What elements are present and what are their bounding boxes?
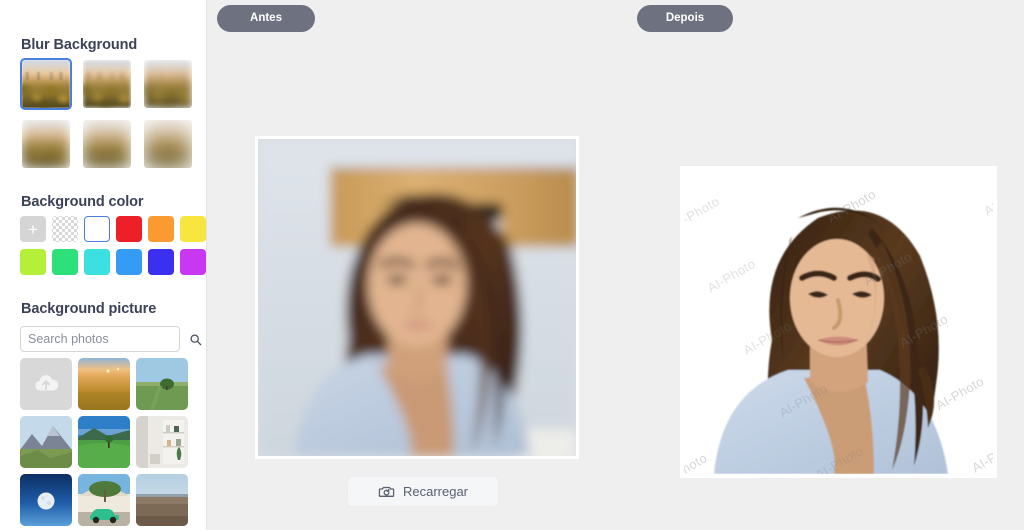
sidebar: Blur Background Background color + Backg… (0, 0, 207, 530)
blur-scene (22, 120, 70, 168)
photo-golden-field-image (78, 358, 130, 410)
search-photos-box[interactable] (20, 326, 202, 352)
main-content: Antes Depois AI-Photo AI-Photo AI-Photo … (207, 0, 1024, 530)
background-color-grid: + (20, 216, 206, 275)
after-image: AI-Photo AI-Photo AI-Photo AI-Photo AI-P… (684, 170, 993, 474)
photo-upload-tile[interactable] (20, 358, 72, 410)
photo-golden-field[interactable] (78, 358, 130, 410)
swatch-transparent[interactable] (52, 216, 78, 242)
photo-green-car-tree[interactable] (78, 474, 130, 526)
blur-scene (22, 60, 70, 108)
swatch-indigo[interactable] (148, 249, 174, 275)
background-photo-grid (20, 358, 188, 530)
photo-interior-shelf[interactable] (136, 416, 188, 468)
background-color-title: Background color (21, 194, 144, 210)
tab-antes[interactable]: Antes (217, 5, 315, 32)
blur-background-title: Blur Background (21, 37, 138, 53)
blur-thumbnail-3[interactable] (142, 58, 194, 110)
blur-foliage (83, 81, 131, 108)
swatch-blue[interactable] (116, 249, 142, 275)
photo-lone-tree-image (136, 358, 188, 410)
cloud-upload-icon (35, 375, 59, 391)
before-image (258, 139, 576, 456)
blur-scene (144, 120, 192, 168)
after-portrait-illustration (684, 170, 993, 474)
photo-green-hills-image (78, 416, 130, 468)
photo-full-moon-image (20, 474, 72, 526)
background-picture-title: Background picture (21, 301, 157, 317)
photo-lone-tree-field[interactable] (136, 358, 188, 410)
swatch-cyan[interactable] (84, 249, 110, 275)
blur-scene (83, 120, 131, 168)
swatch-orange[interactable] (148, 216, 174, 242)
photo-green-car-image (78, 474, 130, 526)
blur-thumbnail-1[interactable] (20, 58, 72, 110)
swatch-yellow[interactable] (180, 216, 206, 242)
swatch-custom-color-picker[interactable]: + (20, 216, 46, 242)
blur-thumbnail-6[interactable] (142, 118, 194, 170)
swatch-red[interactable] (116, 216, 142, 242)
photo-desert-plain-image (136, 474, 188, 526)
blur-scene (144, 60, 192, 108)
before-image-frame[interactable] (255, 136, 579, 459)
blur-scene (83, 60, 131, 108)
search-icon[interactable] (189, 333, 202, 346)
blur-thumbnail-2[interactable] (81, 58, 133, 110)
swatch-magenta[interactable] (180, 249, 206, 275)
blur-thumbnail-4[interactable] (20, 118, 72, 170)
blur-skyline (83, 72, 131, 81)
plus-icon: + (28, 219, 38, 239)
after-image-frame[interactable]: AI-Photo AI-Photo AI-Photo AI-Photo AI-P… (680, 166, 997, 478)
blur-skyline (22, 72, 70, 81)
blur-foliage (144, 81, 192, 108)
swatch-lime[interactable] (20, 249, 46, 275)
blur-foliage (22, 141, 70, 168)
blur-skyline (144, 72, 192, 81)
swatch-white[interactable] (84, 216, 110, 242)
blur-background-grid (20, 58, 194, 170)
tab-depois[interactable]: Depois (637, 5, 733, 32)
photo-mountain-peak[interactable] (20, 416, 72, 468)
reload-button-label: Recarregar (402, 484, 469, 499)
blur-foliage (144, 141, 192, 168)
photo-green-hills[interactable] (78, 416, 130, 468)
reload-button[interactable]: Recarregar (347, 476, 499, 507)
photo-interior-shelf-image (136, 416, 188, 468)
blur-foliage (83, 141, 131, 168)
before-portrait-illustration (258, 139, 576, 456)
search-input[interactable] (28, 332, 189, 346)
blur-foliage (22, 81, 70, 108)
blur-thumbnail-5[interactable] (81, 118, 133, 170)
app-root: Blur Background Background color + Backg… (0, 0, 1024, 530)
photo-desert-plain[interactable] (136, 474, 188, 526)
photo-mountain-peak-image (20, 416, 72, 468)
swatch-green[interactable] (52, 249, 78, 275)
photo-full-moon[interactable] (20, 474, 72, 526)
camera-refresh-icon (378, 486, 395, 497)
